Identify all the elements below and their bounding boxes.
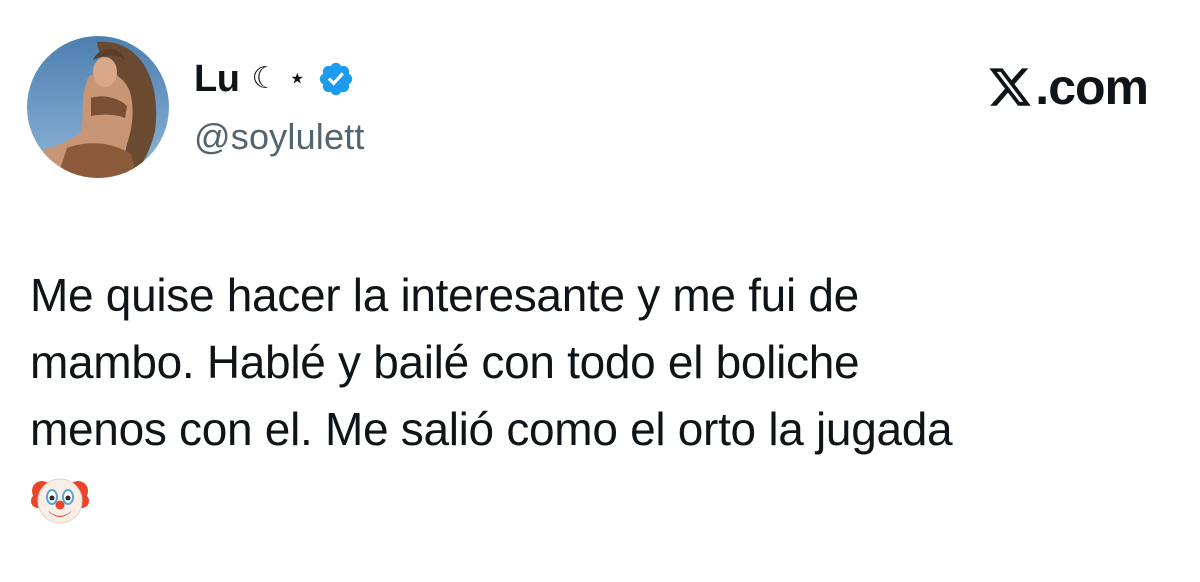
clown-face-icon	[30, 469, 90, 529]
tweet-text: Me quise hacer la interesante y me fui d…	[30, 262, 1170, 529]
tweet-line: mambo. Hablé y bailé con todo el boliche	[30, 336, 860, 388]
profile-photo	[27, 36, 169, 178]
tweet-line: Me quise hacer la interesante y me fui d…	[30, 269, 859, 321]
name-emoji: ☾ ⋆	[251, 61, 307, 96]
brand[interactable]: .com	[987, 58, 1149, 116]
display-name[interactable]: Lu	[194, 58, 240, 101]
x-logo-icon	[987, 64, 1033, 110]
verified-badge-icon[interactable]	[317, 60, 355, 98]
display-name-row[interactable]: Lu ☾ ⋆	[194, 56, 355, 102]
avatar[interactable]	[27, 36, 169, 178]
brand-domain: .com	[1035, 59, 1149, 115]
tweet-line: menos con el. Me salió como el orto la j…	[30, 403, 953, 455]
author-handle[interactable]: @soylulett	[194, 116, 365, 158]
